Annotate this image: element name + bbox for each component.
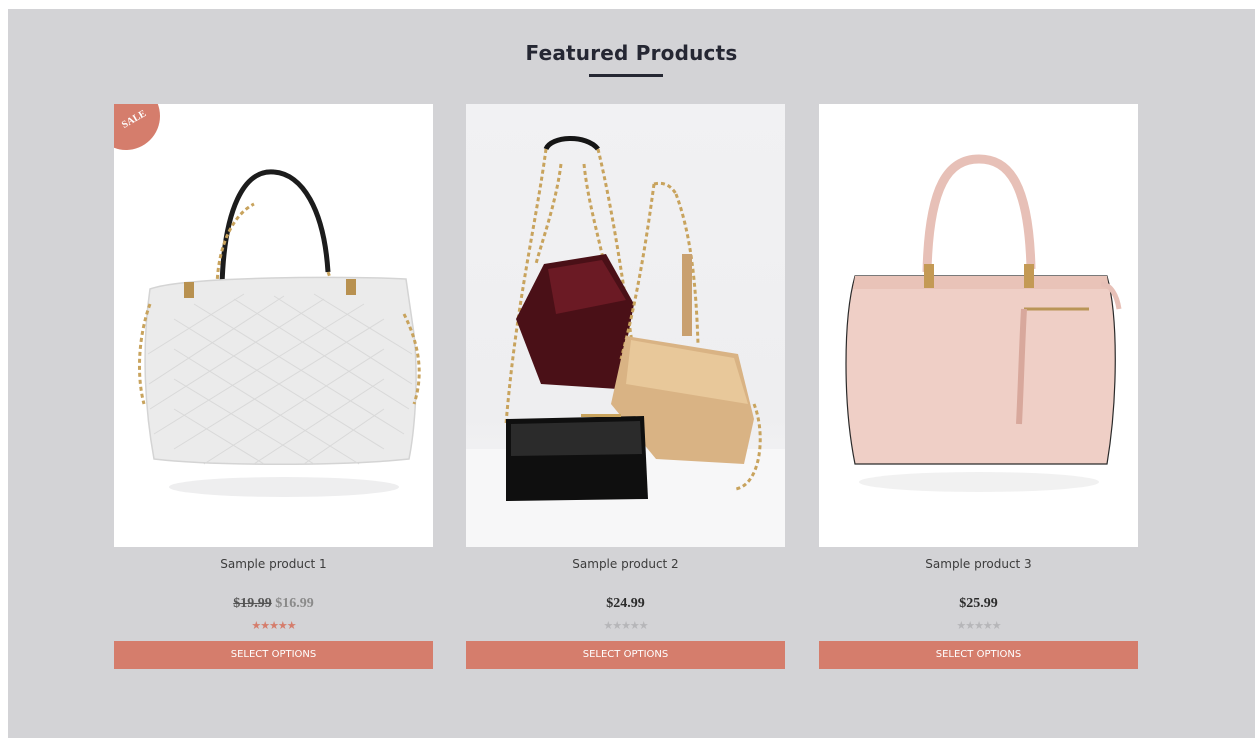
product-card-1: SALE Sample product 1 $19.99 $16.99 ★★★★… — [114, 104, 433, 669]
product-card-3: Sample product 3 $25.99 ★★★★★ SELECT OPT… — [819, 104, 1138, 669]
product-image-1[interactable]: SALE — [114, 104, 433, 547]
product-name-2[interactable]: Sample product 2 — [466, 557, 785, 571]
product-price-1: $19.99 $16.99 — [114, 596, 433, 614]
star-rating-3: ★★★★★ — [956, 620, 1001, 632]
star-rating-1: ★★★★★ — [251, 620, 296, 632]
title-underline — [589, 74, 663, 77]
product-name-3[interactable]: Sample product 3 — [819, 557, 1138, 571]
star-rating-2: ★★★★★ — [603, 620, 648, 632]
product-image-2[interactable] — [466, 104, 785, 547]
select-options-button-1[interactable]: SELECT OPTIONS — [114, 641, 433, 669]
chain-bags-image — [466, 136, 785, 547]
pink-tote-image — [845, 154, 1122, 492]
product-image-3[interactable] — [819, 104, 1138, 547]
select-options-button-2[interactable]: SELECT OPTIONS — [466, 641, 785, 669]
sale-badge-label: SALE — [120, 108, 149, 131]
product-price-2: $24.99 — [606, 596, 645, 611]
product-card-2: Sample product 2 $24.99 ★★★★★ SELECT OPT… — [466, 104, 785, 669]
white-handbag-image — [137, 169, 421, 497]
product-name-1[interactable]: Sample product 1 — [114, 557, 433, 571]
old-price: $19.99 — [233, 596, 272, 611]
section-title: Featured Products — [525, 41, 738, 65]
featured-products-section: Featured Products SALE Sample product 1 — [8, 9, 1255, 738]
product-price-3: $25.99 — [959, 596, 998, 611]
select-options-button-3[interactable]: SELECT OPTIONS — [819, 641, 1138, 669]
sale-price: $16.99 — [275, 596, 314, 611]
